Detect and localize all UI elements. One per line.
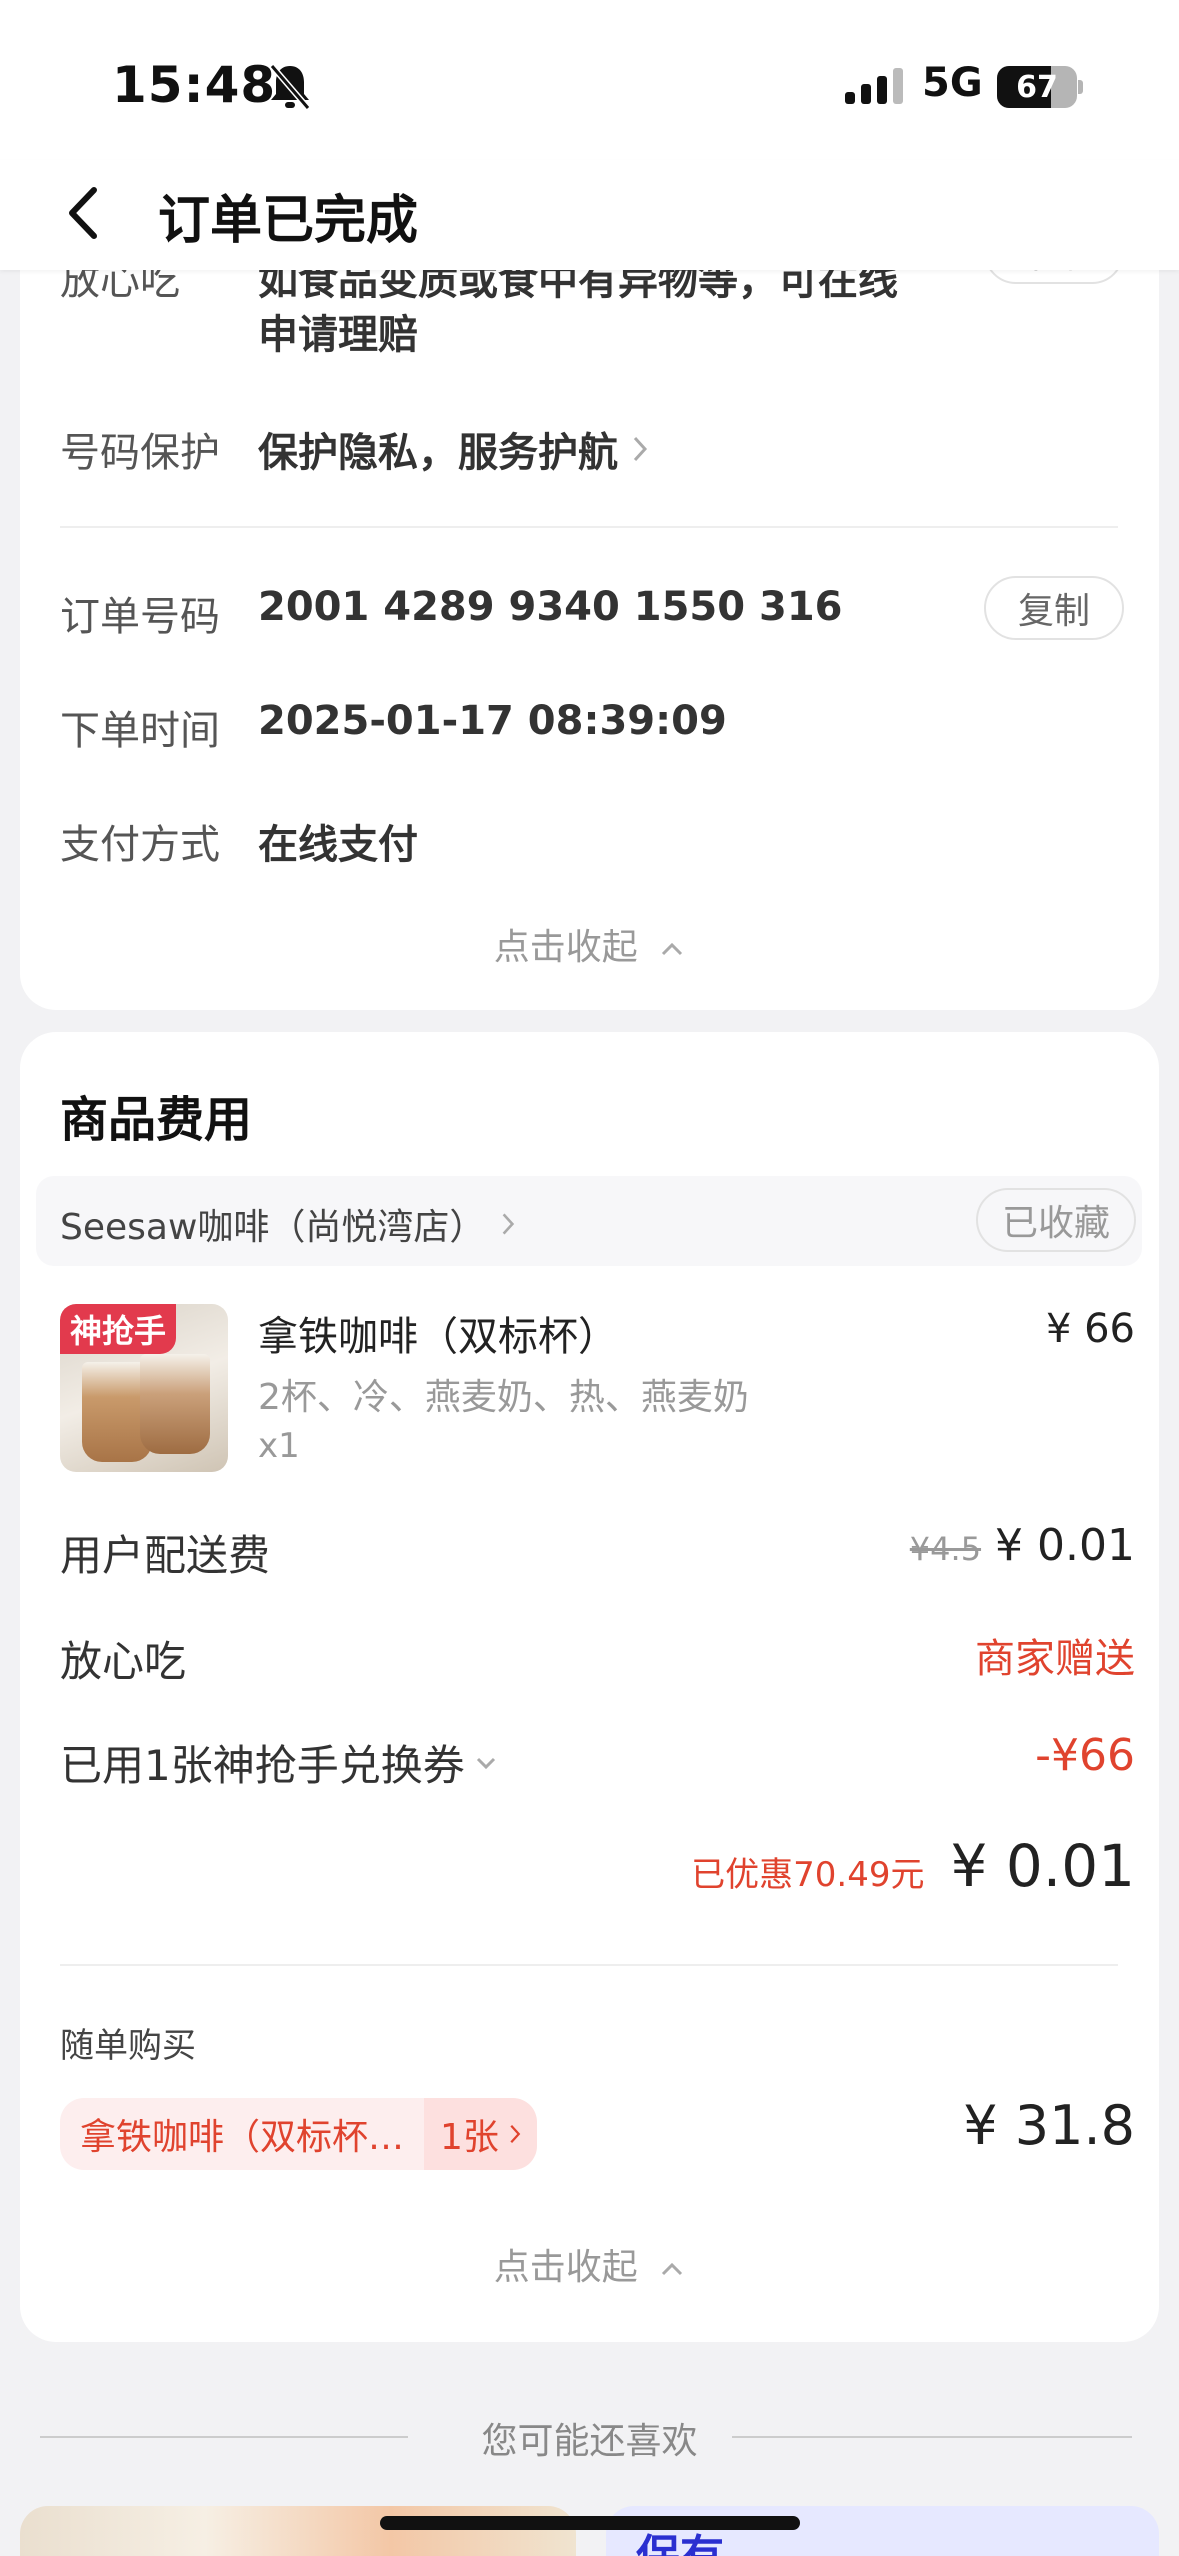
addon-item-name: 拿铁咖啡（双标杯… xyxy=(60,2098,425,2170)
payment-method-label: 支付方式 xyxy=(60,822,220,868)
recommend-title: 您可能还喜欢 xyxy=(481,2421,698,2462)
collapse-button[interactable]: 点击收起 xyxy=(20,2238,1159,2290)
copy-button[interactable]: 复制 xyxy=(984,576,1124,640)
chevron-right-icon xyxy=(510,2124,521,2144)
payment-method-value: 在线支付 xyxy=(258,822,418,868)
coupon-label: 已用1张神抢手兑换券 xyxy=(60,1741,465,1790)
order-time-value: 2025-01-17 08:39:09 xyxy=(258,698,727,744)
bell-muted-icon xyxy=(269,64,311,110)
status-bar: 15:48 5G 67 xyxy=(0,0,1179,160)
delivery-original-price: ¥4.5 xyxy=(909,1530,982,1568)
delivery-fee: ¥4.5 ¥ 0.01 xyxy=(910,1520,1135,1571)
addon-count-label: 1张 xyxy=(440,2117,499,2158)
assurance-value: 商家赠送 xyxy=(975,1636,1135,1682)
page-title: 订单已完成 xyxy=(158,191,419,251)
back-icon[interactable] xyxy=(58,182,108,244)
chevron-right-icon xyxy=(503,1213,515,1235)
order-number-label: 订单号码 xyxy=(60,594,220,640)
shop-link[interactable]: Seesaw咖啡（尚悦湾店） xyxy=(60,1198,515,1250)
product-quantity: x1 xyxy=(258,1426,300,1466)
battery-percent: 67 xyxy=(1016,69,1058,105)
privacy-link[interactable]: 保护隐私，服务护航 xyxy=(258,420,648,478)
shop-name: Seesaw咖啡（尚悦湾店） xyxy=(60,1207,486,1248)
chevron-up-icon xyxy=(662,2262,683,2276)
order-number-value: 2001 4289 9340 1550 316 xyxy=(258,584,843,630)
delivery-fee-label: 用户配送费 xyxy=(60,1531,271,1580)
favorited-button[interactable]: 已收藏 xyxy=(976,1188,1136,1252)
order-info-card: 放心吃 如食品变质或食中有异物等，可在线 申请理赔 申请 号码保护 保护隐私，服… xyxy=(20,150,1159,1010)
section-title: 商品费用 xyxy=(60,1092,253,1148)
divider xyxy=(60,526,1118,528)
total-price: ¥ 0.01 xyxy=(950,1832,1135,1900)
collapse-label: 点击收起 xyxy=(493,927,638,968)
nav-bar: 订单已完成 xyxy=(0,160,1179,270)
assurance-text-line2: 申请理赔 xyxy=(258,312,418,358)
cup-shape xyxy=(140,1354,210,1454)
order-time-label: 下单时间 xyxy=(60,708,220,754)
product-price: ¥ 66 xyxy=(1045,1306,1135,1352)
chevron-right-icon xyxy=(633,436,648,462)
signal-icon xyxy=(845,68,903,104)
privacy-label: 号码保护 xyxy=(60,430,220,476)
shop-bar: Seesaw咖啡（尚悦湾店） 已收藏 xyxy=(36,1176,1142,1266)
status-time: 15:48 xyxy=(112,56,277,114)
assurance-label: 放心吃 xyxy=(60,1637,187,1686)
delivery-price: ¥ 0.01 xyxy=(995,1520,1135,1571)
divider xyxy=(60,1964,1118,1966)
addon-price: ¥ 31.8 xyxy=(963,2094,1135,2157)
chevron-up-icon xyxy=(662,942,683,956)
home-indicator[interactable] xyxy=(380,2516,800,2530)
saved-amount: 已优惠70.49元 xyxy=(691,1855,925,1895)
chevron-down-icon xyxy=(476,1757,495,1769)
addon-title: 随单购买 xyxy=(60,2026,196,2066)
recommend-card[interactable]: 保有 xyxy=(606,2506,1159,2556)
recommend-header: 您可能还喜欢 xyxy=(0,2406,1179,2466)
battery-nub xyxy=(1078,80,1083,94)
total-row: 已优惠70.49元 ¥ 0.01 xyxy=(691,1832,1135,1900)
privacy-value: 保护隐私，服务护航 xyxy=(258,430,618,476)
divider-line xyxy=(732,2436,1132,2438)
product-spec: 2杯、冷、燕麦奶、热、燕麦奶 xyxy=(258,1377,749,1418)
addon-item-chip[interactable]: 拿铁咖啡（双标杯… 1张 xyxy=(60,2098,537,2170)
product-image[interactable]: 神抢手 xyxy=(60,1304,228,1472)
collapse-button[interactable]: 点击收起 xyxy=(20,918,1159,970)
recommend-card[interactable] xyxy=(20,2506,576,2556)
collapse-label: 点击收起 xyxy=(493,2247,638,2288)
product-name: 拿铁咖啡（双标杯） xyxy=(258,1314,618,1360)
network-type: 5G xyxy=(922,60,983,106)
coupon-value: -¥66 xyxy=(1035,1730,1135,1781)
product-fees-card: 商品费用 Seesaw咖啡（尚悦湾店） 已收藏 神抢手 拿铁咖啡（双标杯） 2杯… xyxy=(20,1032,1159,2342)
battery-icon: 67 xyxy=(997,66,1077,108)
coupon-row[interactable]: 已用1张神抢手兑换券 xyxy=(60,1732,497,1793)
addon-item-count: 1张 xyxy=(424,2098,537,2170)
grab-badge: 神抢手 xyxy=(60,1304,177,1354)
